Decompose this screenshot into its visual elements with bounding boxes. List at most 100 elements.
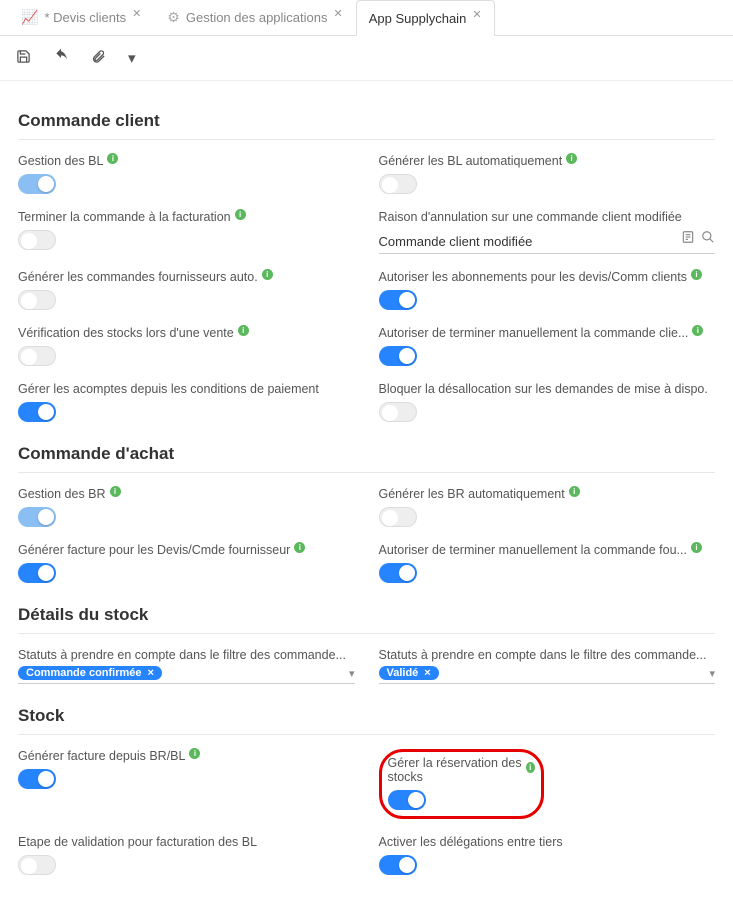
label: Générer les BR automatiquement (379, 487, 565, 501)
label: Autoriser les abonnements pour les devis… (379, 270, 687, 284)
toggle-gerer-reserv[interactable] (388, 790, 426, 810)
label: Gérer la réservation des stocks (388, 756, 522, 784)
toggle-gen-fact-devis-cmde[interactable] (18, 563, 56, 583)
section-details-stock: Détails du stock (18, 591, 715, 634)
label: Activer les délégations entre tiers (379, 835, 563, 849)
label: Gérer les acomptes depuis les conditions… (18, 382, 319, 396)
toggle-gen-cmdes-four[interactable] (18, 290, 56, 310)
field-gestion-br: Gestion des BR i (18, 479, 355, 535)
info-icon[interactable]: i (294, 542, 305, 553)
tab-label: * Devis clients (44, 10, 126, 25)
note-icon[interactable] (681, 230, 695, 247)
info-icon[interactable]: i (262, 269, 273, 280)
close-icon[interactable]: ✕ (132, 7, 141, 20)
tab-app-supplychain[interactable]: App Supplychain ✕ (356, 0, 495, 36)
chart-icon: 📈 (21, 9, 38, 26)
field-gen-fact-brbl: Générer facture depuis BR/BL i (18, 741, 355, 827)
info-icon[interactable]: i (566, 153, 577, 164)
tag-select-left[interactable]: Commande confirmée × ▾ (18, 666, 355, 684)
toggle-auth-terminer-man-client[interactable] (379, 346, 417, 366)
chip-label: Commande confirmée (26, 667, 142, 679)
toggle-gen-fact-brbl[interactable] (18, 769, 56, 789)
section-stock: Stock (18, 692, 715, 735)
info-icon[interactable]: i (189, 748, 200, 759)
search-icon[interactable] (701, 230, 715, 247)
field-statuts-filtre-left: Statuts à prendre en compte dans le filt… (18, 640, 355, 692)
toggle-gen-bl-auto[interactable] (379, 174, 417, 194)
section-commande-achat: Commande d'achat (18, 430, 715, 473)
toggle-gestion-br[interactable] (18, 507, 56, 527)
chip-remove-icon[interactable]: × (148, 667, 154, 679)
label: Générer les commandes fournisseurs auto. (18, 270, 258, 284)
field-auth-terminer-man-four: Autoriser de terminer manuellement la co… (379, 535, 716, 591)
content-panel: Commande client Gestion des BL i Générer… (0, 81, 733, 923)
gear-icon: ⚙ (167, 9, 180, 26)
field-gen-br-auto: Générer les BR automatiquement i (379, 479, 716, 535)
label: Générer facture pour les Devis/Cmde four… (18, 543, 290, 557)
chip-valide[interactable]: Validé × (379, 666, 439, 680)
chevron-down-icon[interactable]: ▾ (349, 667, 355, 680)
field-activer-deleg: Activer les délégations entre tiers (379, 827, 716, 883)
label: Statuts à prendre en compte dans le filt… (18, 648, 346, 662)
tag-select-right[interactable]: Validé × ▾ (379, 666, 716, 684)
toggle-gerer-acomptes[interactable] (18, 402, 56, 422)
section-commande-client: Commande client (18, 97, 715, 140)
info-icon[interactable]: i (107, 153, 118, 164)
chip-label: Validé (387, 667, 419, 679)
label: Générer facture depuis BR/BL (18, 749, 185, 763)
raison-annul-input[interactable] (379, 228, 716, 254)
info-icon[interactable]: i (235, 209, 246, 220)
chip-remove-icon[interactable]: × (424, 667, 430, 679)
field-auth-abonnements: Autoriser les abonnements pour les devis… (379, 262, 716, 318)
tabs-bar: 📈 * Devis clients ✕ ⚙ Gestion des applic… (0, 0, 733, 36)
label: Statuts à prendre en compte dans le filt… (379, 648, 707, 662)
toggle-auth-terminer-man-four[interactable] (379, 563, 417, 583)
field-gerer-acomptes: Gérer les acomptes depuis les conditions… (18, 374, 355, 430)
field-etape-valid: Etape de validation pour facturation des… (18, 827, 355, 883)
tab-label: App Supplychain (369, 11, 467, 26)
field-gen-fact-devis-cmde: Générer facture pour les Devis/Cmde four… (18, 535, 355, 591)
info-icon[interactable]: i (691, 269, 702, 280)
field-terminer-fact: Terminer la commande à la facturation i (18, 202, 355, 262)
save-icon[interactable] (16, 49, 31, 68)
tab-devis-clients[interactable]: 📈 * Devis clients ✕ (8, 0, 154, 35)
field-statuts-filtre-right: Statuts à prendre en compte dans le filt… (379, 640, 716, 692)
field-gerer-reserv: Gérer la réservation des stocks i (379, 741, 716, 827)
toggle-verif-stocks[interactable] (18, 346, 56, 366)
label: Etape de validation pour facturation des… (18, 835, 257, 849)
tab-label: Gestion des applications (186, 10, 328, 25)
label: Vérification des stocks lors d'une vente (18, 326, 234, 340)
info-icon[interactable]: i (569, 486, 580, 497)
label: Autoriser de terminer manuellement la co… (379, 326, 689, 340)
info-icon[interactable]: i (110, 486, 121, 497)
chevron-down-icon[interactable]: ▾ (709, 667, 715, 680)
close-icon[interactable]: ✕ (334, 7, 343, 20)
label: Raison d'annulation sur une commande cli… (379, 210, 682, 224)
label: Bloquer la désallocation sur les demande… (379, 382, 708, 396)
info-icon[interactable]: i (526, 762, 535, 773)
info-icon[interactable]: i (691, 542, 702, 553)
toggle-bloquer-desalloc[interactable] (379, 402, 417, 422)
field-gestion-bl: Gestion des BL i (18, 146, 355, 202)
field-gen-cmdes-four: Générer les commandes fournisseurs auto.… (18, 262, 355, 318)
toolbar: ▾ (0, 36, 733, 81)
info-icon[interactable]: i (238, 325, 249, 336)
tab-gestion-applications[interactable]: ⚙ Gestion des applications ✕ (154, 0, 355, 35)
toggle-terminer-fact[interactable] (18, 230, 56, 250)
label: Gestion des BR (18, 487, 106, 501)
field-raison-annul: Raison d'annulation sur une commande cli… (379, 202, 716, 262)
field-auth-terminer-man-client: Autoriser de terminer manuellement la co… (379, 318, 716, 374)
undo-icon[interactable] (53, 48, 69, 68)
close-icon[interactable]: ✕ (472, 8, 481, 21)
field-bloquer-desalloc: Bloquer la désallocation sur les demande… (379, 374, 716, 430)
toggle-etape-valid[interactable] (18, 855, 56, 875)
toggle-gestion-bl[interactable] (18, 174, 56, 194)
toggle-auth-abonnements[interactable] (379, 290, 417, 310)
chip-commande-confirmee[interactable]: Commande confirmée × (18, 666, 162, 680)
info-icon[interactable]: i (692, 325, 703, 336)
toggle-gen-br-auto[interactable] (379, 507, 417, 527)
label: Générer les BL automatiquement (379, 154, 563, 168)
toggle-activer-deleg[interactable] (379, 855, 417, 875)
dropdown-caret-icon[interactable]: ▾ (128, 49, 136, 67)
attachment-icon[interactable] (91, 49, 106, 68)
